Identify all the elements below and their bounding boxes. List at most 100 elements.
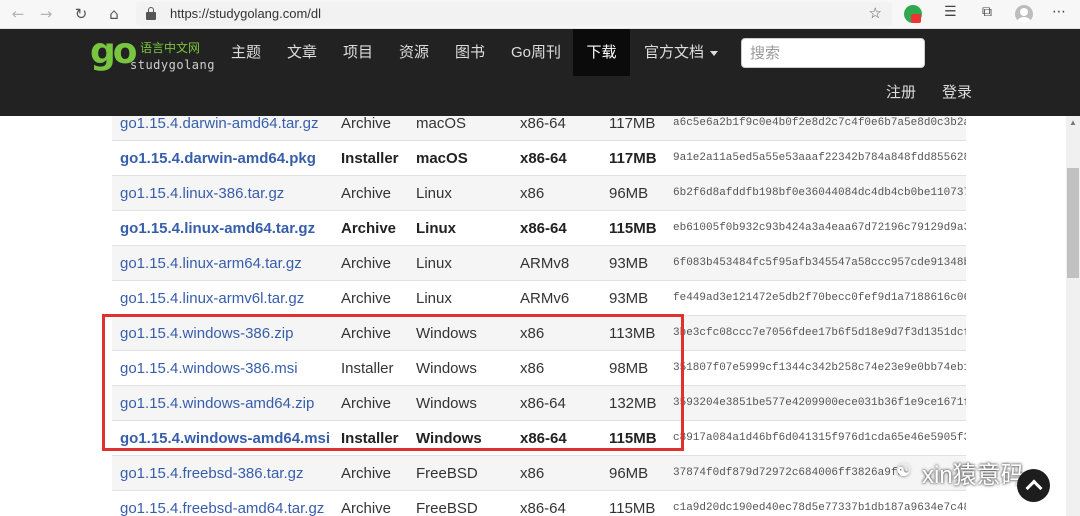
file-size-cell: 115MB: [609, 420, 673, 456]
file-kind: Archive: [341, 219, 397, 237]
back-icon[interactable]: ←: [6, 3, 30, 25]
file-sha256: 6b2f6d8afddfb198bf0e36044084dc4db4cb0be1…: [673, 187, 966, 199]
file-sha256: fe449ad3e121472e5db2f70becc0fef9d1a71886…: [673, 292, 966, 304]
file-os: macOS: [416, 149, 468, 167]
file-size-cell: 93MB: [609, 280, 673, 316]
file-size-cell: 115MB: [609, 210, 673, 246]
wechat-icon: ☯: [896, 461, 912, 481]
file-link-cell: go1.15.4.freebsd-386.tar.gz: [112, 455, 341, 491]
file-sha256: c8917a084a1d46bf6d041315f976d1cda65e46e5…: [673, 432, 966, 444]
logo-english-name: studygolang: [130, 58, 215, 72]
site-logo[interactable]: go 语言中文网 studygolang: [90, 31, 220, 77]
file-sha256-cell: c1a9d20dc190ed40ec78d5e77337b1db187a9634…: [673, 490, 966, 516]
file-kind-cell: Archive: [341, 245, 416, 281]
menu-go-weekly[interactable]: Go周刊: [502, 29, 570, 76]
address-bar[interactable]: https://studygolang.com/dl ☆: [136, 2, 892, 26]
file-link[interactable]: go1.15.4.linux-386.tar.gz: [120, 185, 284, 202]
profile-avatar-icon[interactable]: [1015, 5, 1033, 23]
search-input[interactable]: [741, 38, 925, 68]
file-os-cell: Linux: [416, 280, 520, 316]
file-kind: Archive: [341, 394, 392, 412]
file-link[interactable]: go1.15.4.freebsd-386.tar.gz: [120, 465, 303, 482]
file-link-cell: go1.15.4.windows-386.msi: [112, 350, 341, 386]
file-arch-cell: x86-64: [520, 385, 609, 421]
file-size: 93MB: [609, 289, 649, 307]
file-kind: Archive: [341, 116, 392, 132]
file-sha256: c1a9d20dc190ed40ec78d5e77337b1db187a9634…: [673, 502, 966, 515]
menu-resources[interactable]: 资源: [390, 29, 438, 76]
file-link[interactable]: go1.15.4.darwin-amd64.pkg: [120, 150, 316, 167]
more-menu-icon[interactable]: ⋯: [1052, 4, 1066, 20]
file-arch-cell: x86: [520, 350, 609, 386]
back-to-top-button[interactable]: [1017, 469, 1050, 502]
file-sha256: 3593204e3851be577e4209900ece031b36f1e9ce…: [673, 397, 966, 409]
file-sha256-cell: 351807f07e5999cf1344c342b258c74e23e9e0bb…: [673, 350, 966, 386]
menu-official-docs[interactable]: 官方文档: [636, 29, 726, 76]
download-row: go1.15.4.linux-arm64.tar.gz Archive Linux A…: [112, 245, 966, 281]
file-size-cell: 117MB: [609, 140, 673, 176]
file-arch-cell: x86-64: [520, 140, 609, 176]
file-link[interactable]: go1.15.4.linux-arm64.tar.gz: [120, 255, 302, 272]
file-arch-cell: x86: [520, 175, 609, 211]
file-arch-cell: x86-64: [520, 490, 609, 516]
file-link[interactable]: go1.15.4.windows-386.zip: [120, 325, 293, 342]
file-kind: Archive: [341, 254, 392, 272]
file-arch-cell: x86-64: [520, 210, 609, 246]
scroll-up-icon[interactable]: ▲: [1067, 118, 1079, 130]
file-link[interactable]: go1.15.4.windows-386.msi: [120, 360, 298, 377]
login-link[interactable]: 登录: [942, 76, 972, 110]
file-kind-cell: Archive: [341, 175, 416, 211]
refresh-icon[interactable]: ↻: [69, 3, 93, 25]
favorites-list-icon[interactable]: ☰: [944, 4, 957, 20]
file-kind-cell: Archive: [341, 315, 416, 351]
file-size-cell: 113MB: [609, 315, 673, 351]
file-kind-cell: Archive: [341, 490, 416, 516]
file-link[interactable]: go1.15.4.linux-armv6l.tar.gz: [120, 290, 304, 307]
favorite-star-icon[interactable]: ☆: [869, 4, 882, 22]
file-link[interactable]: go1.15.4.freebsd-amd64.tar.gz: [120, 500, 324, 516]
file-arch-cell: ARMv8: [520, 245, 609, 281]
file-size-cell: 115MB: [609, 490, 673, 516]
menu-topics[interactable]: 主题: [222, 29, 270, 76]
file-size: 96MB: [609, 464, 649, 482]
extension-badge: [911, 14, 921, 23]
file-sha256: 37874f0df879d72972c684006ff3826a9fa: [673, 467, 905, 479]
file-arch-cell: x86-64: [520, 420, 609, 456]
file-kind-cell: Installer: [341, 420, 416, 456]
forward-icon[interactable]: →: [34, 3, 58, 25]
file-link-cell: go1.15.4.windows-386.zip: [112, 315, 341, 351]
file-os-cell: Windows: [416, 385, 520, 421]
file-os: Linux: [416, 184, 452, 202]
file-link[interactable]: go1.15.4.linux-amd64.tar.gz: [120, 220, 315, 237]
file-link-cell: go1.15.4.windows-amd64.zip: [112, 385, 341, 421]
file-os: Windows: [416, 394, 477, 412]
collections-icon[interactable]: ⧉: [982, 4, 992, 20]
download-row: go1.15.4.darwin-amd64.tar.gz Archive macOS…: [112, 116, 966, 141]
file-arch: x86: [520, 464, 545, 482]
file-kind-cell: Archive: [341, 210, 416, 246]
menu-articles[interactable]: 文章: [278, 29, 326, 76]
file-size: 98MB: [609, 359, 649, 377]
file-os-cell: Linux: [416, 175, 520, 211]
menu-books[interactable]: 图书: [446, 29, 494, 76]
scrollbar-thumb[interactable]: [1067, 168, 1079, 278]
file-os-cell: Windows: [416, 420, 520, 456]
menu-projects[interactable]: 项目: [334, 29, 382, 76]
file-link-cell: go1.15.4.linux-armv6l.tar.gz: [112, 280, 341, 316]
file-link-cell: go1.15.4.darwin-amd64.pkg: [112, 140, 341, 176]
file-kind: Installer: [341, 359, 394, 377]
logo-chinese-name: 语言中文网: [140, 41, 201, 55]
file-os: Linux: [416, 289, 452, 307]
file-size: 117MB: [609, 149, 657, 167]
register-link[interactable]: 注册: [886, 76, 916, 110]
file-kind-cell: Archive: [341, 385, 416, 421]
file-arch-cell: ARMv6: [520, 280, 609, 316]
menu-download[interactable]: 下载: [573, 29, 630, 76]
home-icon[interactable]: ⌂: [102, 3, 126, 25]
file-link[interactable]: go1.15.4.darwin-amd64.tar.gz: [120, 116, 318, 132]
file-os: Linux: [416, 219, 456, 237]
file-link[interactable]: go1.15.4.windows-amd64.msi: [120, 430, 330, 447]
file-kind: Archive: [341, 499, 392, 516]
file-link[interactable]: go1.15.4.windows-amd64.zip: [120, 395, 314, 412]
download-row: go1.15.4.windows-386.msi Installer Windows…: [112, 350, 966, 386]
